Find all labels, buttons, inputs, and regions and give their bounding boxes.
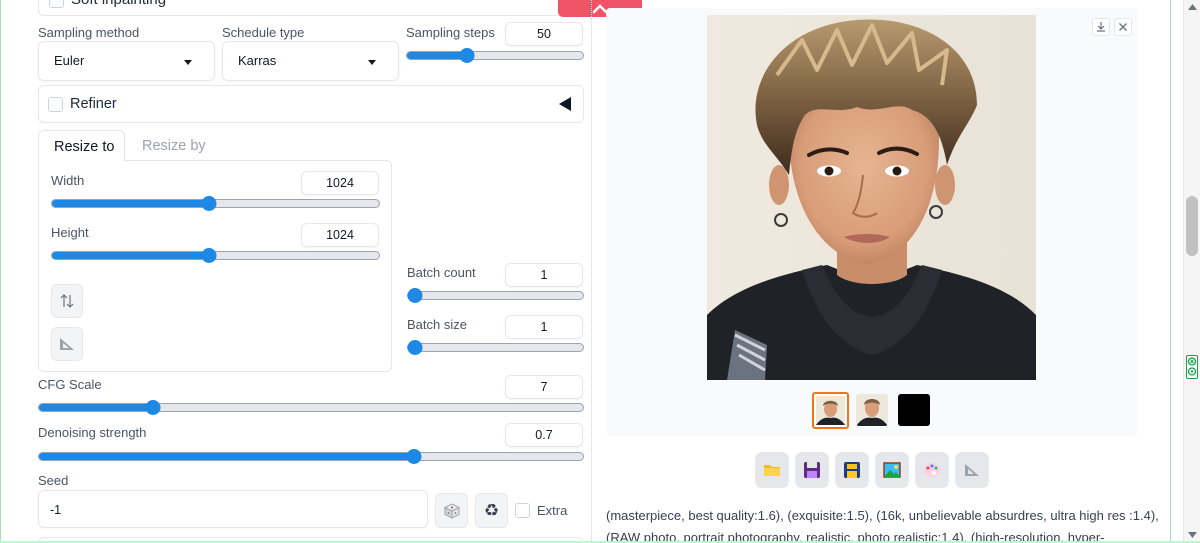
slider-thumb[interactable] [407,288,423,303]
slider-thumb[interactable] [201,196,217,211]
thumbnail-portrait [856,394,888,426]
send-to-img2img-button[interactable] [875,452,909,488]
slider-fill [39,404,154,411]
slider-thumb[interactable] [406,449,422,464]
picture-icon [883,462,901,478]
seed-input[interactable]: -1 [38,490,428,528]
thumbnail-1-selected[interactable] [812,392,849,429]
up-down-arrows-icon [60,294,74,308]
palette-icon [924,463,940,477]
width-label: Width [51,173,85,188]
page-scrollbar[interactable] [1183,0,1200,543]
save-button[interactable] [795,452,829,488]
soft-inpainting-accordion[interactable]: Soft inpainting [38,0,584,16]
batch-size-label: Batch size [407,317,467,332]
generation-info: (masterpiece, best quality:1.6), (exquis… [606,505,1159,543]
cfg-scale-slider[interactable] [38,400,584,415]
frame-edge-left [0,0,1,543]
extra-seed-label: Extra [537,503,568,518]
slider-fill [52,200,209,207]
sampling-method-value: Euler [54,53,85,68]
slider-fill [407,52,467,59]
extra-seed-checkbox[interactable] [515,503,530,518]
send-to-extras-button[interactable] [955,452,989,488]
sampling-steps-slider[interactable] [406,48,584,63]
send-to-inpaint-button[interactable] [915,452,949,488]
slider-fill [52,252,209,259]
dice-icon [443,502,460,519]
batch-count-input[interactable]: 1 [505,263,583,287]
sampling-steps-label: Sampling steps [406,25,495,40]
schedule-type-label: Schedule type [222,25,305,40]
cfg-scale-label: CFG Scale [38,377,102,392]
folder-icon [764,465,780,476]
triangle-ruler-icon [60,338,74,350]
scroll-up-icon[interactable] [1188,4,1197,10]
height-label: Height [51,225,89,240]
schedule-type-value: Karras [238,53,277,68]
soft-inpainting-label: Soft inpainting [71,0,166,8]
schedule-type-select[interactable]: Karras [222,41,399,81]
reuse-seed-button[interactable]: ♻ [475,493,508,528]
download-icon [1097,22,1105,32]
height-input[interactable]: 1024 [301,223,379,247]
denoising-strength-input[interactable]: 0.7 [505,423,583,447]
ruler-icon [965,464,979,476]
collapse-triangle-icon[interactable] [558,97,572,111]
prompt-line: (masterpiece, best quality:1.6), (exquis… [606,508,1159,523]
download-button[interactable] [1092,18,1110,36]
extension-badge[interactable] [1186,355,1198,379]
width-input[interactable]: 1024 [301,171,379,195]
width-slider[interactable] [51,196,380,211]
frame-edge-right [1170,0,1171,543]
column-divider [591,0,592,543]
chevron-down-icon [184,60,192,65]
close-gallery-button[interactable] [1114,18,1132,36]
refiner-checkbox[interactable] [48,97,63,112]
aspect-ratio-button[interactable] [51,327,83,361]
slider-fill [39,453,415,460]
sampling-method-select[interactable]: Euler [38,41,215,81]
floppy-zip-icon [844,462,860,478]
refiner-accordion[interactable]: Refiner [38,85,584,123]
denoising-strength-label: Denoising strength [38,425,147,440]
soft-inpainting-checkbox[interactable] [49,0,64,8]
close-icon [1119,23,1127,31]
refiner-label: Refiner [70,96,117,112]
recycle-icon: ♻ [483,500,500,520]
generated-image[interactable] [707,15,1036,380]
scroll-down-icon[interactable] [1188,532,1197,538]
batch-size-slider[interactable] [407,340,584,355]
cfg-scale-input[interactable]: 7 [505,375,583,399]
extension-icon [1187,357,1197,376]
open-folder-button[interactable] [755,452,789,488]
zip-button[interactable] [835,452,869,488]
random-seed-button[interactable] [435,493,468,528]
portrait-illustration [707,15,1036,380]
seed-label: Seed [38,473,69,488]
sampling-steps-input[interactable]: 50 [505,22,583,46]
tab-resize-by[interactable]: Resize by [125,130,220,162]
tab-resize-to[interactable]: Resize to [38,130,125,162]
sampling-method-label: Sampling method [38,25,140,40]
height-slider[interactable] [51,248,380,263]
thumbnail-2[interactable] [856,394,888,426]
denoising-strength-slider[interactable] [38,449,584,464]
seed-value: -1 [50,503,62,517]
slider-thumb[interactable] [407,340,423,355]
chevron-down-icon [368,60,376,65]
batch-count-label: Batch count [407,265,476,280]
thumbnail-portrait [816,396,845,425]
tab-resize-to-label: Resize to [54,139,115,155]
scrollbar-thumb[interactable] [1186,196,1198,256]
tab-resize-by-label: Resize by [142,138,206,154]
slider-thumb[interactable] [145,400,161,415]
batch-count-slider[interactable] [407,288,584,303]
thumbnail-3-mask[interactable] [898,394,930,426]
batch-size-input[interactable]: 1 [505,315,583,339]
floppy-icon [804,462,820,478]
slider-thumb[interactable] [459,48,475,63]
swap-dimensions-button[interactable] [51,284,83,318]
slider-thumb[interactable] [201,248,217,263]
